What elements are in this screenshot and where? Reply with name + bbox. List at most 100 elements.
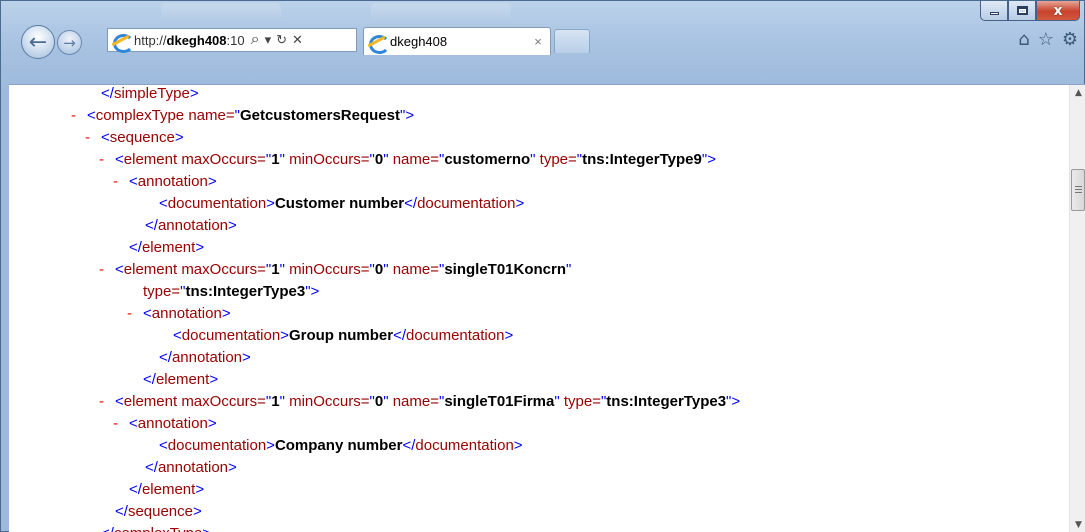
back-button[interactable]: ← [21, 25, 55, 59]
address-tools: ⌕ ▾ ↻ ✕ [251, 31, 303, 49]
close-icon: x [1053, 2, 1063, 19]
xml-tag-text: annotation [151, 305, 222, 322]
xml-tag-text: complexType [114, 525, 202, 532]
xml-line: </annotation> [9, 217, 1068, 239]
xml-txt-text: Company number [274, 437, 403, 454]
xml-tag-text: annotation [171, 349, 243, 366]
scroll-up-arrow-icon[interactable]: ▲ [1070, 85, 1085, 102]
xml-line: </annotation> [9, 459, 1068, 481]
minimize-button[interactable] [980, 1, 1008, 21]
scroll-down-arrow-icon[interactable]: ▼ [1070, 517, 1085, 532]
xml-ang-text: < [129, 173, 138, 190]
collapse-toggle-icon[interactable]: - [99, 151, 115, 168]
xml-tag-text: annotation [137, 415, 208, 432]
xml-line: </annotation> [9, 349, 1068, 371]
collapse-toggle-icon[interactable]: - [71, 107, 87, 124]
ie-page-icon [112, 32, 134, 53]
home-icon[interactable]: ⌂ [1018, 29, 1029, 50]
collapse-toggle-icon[interactable]: - [85, 129, 101, 146]
xml-txt-text: Customer number [274, 195, 405, 212]
xml-tag-text: name= [188, 107, 235, 124]
xml-line: <documentation>Company number</documenta… [9, 437, 1068, 459]
xml-ang-text: < [115, 261, 124, 278]
new-tab-button[interactable] [554, 29, 590, 53]
xml-ang-text: > [189, 85, 199, 102]
search-icon[interactable]: ⌕ [251, 31, 260, 49]
refresh-icon[interactable]: ↻ [276, 32, 287, 48]
xml-tag-text: minOccurs= [284, 261, 370, 278]
xml-ang-text: > [209, 371, 219, 388]
forward-button[interactable]: → [57, 30, 82, 55]
xml-line: </element> [9, 371, 1068, 393]
url-text[interactable]: http://dkegh408:10 [134, 33, 245, 48]
xml-ang-text: </ [129, 239, 142, 256]
xml-ang-text: > [228, 217, 237, 234]
background-tab[interactable] [161, 3, 281, 21]
xml-tag-text: documentation [417, 195, 516, 212]
xml-tag-text: type= [143, 283, 181, 300]
xml-ang-text: > [513, 437, 523, 454]
xml-ang-text: > [405, 107, 415, 124]
xml-line: - <complexType name="GetcustomersRequest"… [9, 107, 1068, 129]
xml-tag-text: element [123, 393, 182, 410]
url-host: dkegh408 [166, 32, 227, 48]
favorites-icon[interactable]: ☆ [1038, 29, 1054, 50]
scrollbar-grip-icon [1075, 186, 1082, 188]
xml-tag-text: annotation [157, 459, 229, 476]
tab-close-icon[interactable]: × [526, 34, 550, 49]
xml-val-text: singleT01Koncrn [444, 261, 567, 278]
xml-ang-text: " [566, 261, 572, 278]
xml-ang-text: < [173, 327, 182, 344]
xml-ang-text: > [228, 459, 237, 476]
collapse-toggle-icon[interactable]: - [99, 261, 115, 278]
xml-line: </element> [9, 481, 1068, 503]
xml-line: <documentation>Customer number</document… [9, 195, 1068, 217]
xml-tag-text: minOccurs= [284, 151, 370, 168]
url-scheme: http:// [134, 32, 167, 48]
tab-active[interactable]: dkegh408 × [363, 27, 551, 55]
xml-tag-text: sequence [127, 503, 193, 520]
xml-line: - <element maxOccurs="1" minOccurs="0" na… [9, 151, 1068, 173]
xml-line: </complexType> [9, 525, 1068, 532]
background-tab[interactable] [371, 3, 511, 21]
xml-tag-text: documentation [415, 437, 514, 454]
xml-ang-text: </ [101, 85, 114, 102]
forward-arrow-icon: → [63, 33, 76, 52]
tools-gear-icon[interactable]: ⚙ [1062, 29, 1078, 50]
xml-tag-text: type= [559, 393, 601, 410]
stop-icon[interactable]: ✕ [292, 32, 303, 48]
xml-val-text: tns:IntegerType9 [582, 151, 702, 168]
scrollbar-thumb[interactable] [1071, 169, 1085, 212]
xml-val-text: 1 [271, 393, 280, 410]
xml-ang-text: > [195, 239, 205, 256]
xml-ang-text: </ [402, 437, 416, 454]
dropdown-icon[interactable]: ▾ [265, 32, 272, 48]
maximize-button[interactable] [1008, 1, 1036, 21]
xml-line: </element> [9, 239, 1068, 261]
xml-tag-text: simpleType [113, 85, 190, 102]
close-button[interactable]: x [1036, 1, 1080, 21]
xml-ang-text: </ [115, 503, 128, 520]
xml-ang-text: > [310, 283, 320, 300]
xml-tag-text: element [141, 239, 196, 256]
collapse-toggle-icon[interactable]: - [99, 393, 115, 410]
xml-ang-text: < [159, 437, 168, 454]
collapse-toggle-icon[interactable]: - [113, 415, 129, 432]
xml-ang-text: > [515, 195, 525, 212]
xml-tag-text: annotation [157, 217, 229, 234]
xml-ang-text: </ [143, 371, 156, 388]
xml-line: - <element maxOccurs="1" minOccurs="0" na… [9, 261, 1068, 283]
xml-ang-text: </ [145, 459, 158, 476]
collapse-toggle-icon[interactable]: - [113, 173, 129, 190]
collapse-toggle-icon[interactable]: - [127, 305, 143, 322]
xml-val-text: 1 [271, 261, 280, 278]
xml-val-text: GetcustomersRequest [239, 107, 400, 124]
xml-tag-text: name= [388, 261, 439, 278]
xml-ang-text: > [193, 503, 202, 520]
vertical-scrollbar[interactable]: ▲ ▼ [1069, 85, 1085, 532]
xml-ang-text: </ [404, 195, 418, 212]
xml-val-text: tns:IntegerType3 [606, 393, 727, 410]
address-bar[interactable]: http://dkegh408:10 ⌕ ▾ ↻ ✕ [107, 28, 357, 53]
xml-val-text: tns:IntegerType3 [185, 283, 306, 300]
xml-ang-text: > [202, 525, 211, 532]
